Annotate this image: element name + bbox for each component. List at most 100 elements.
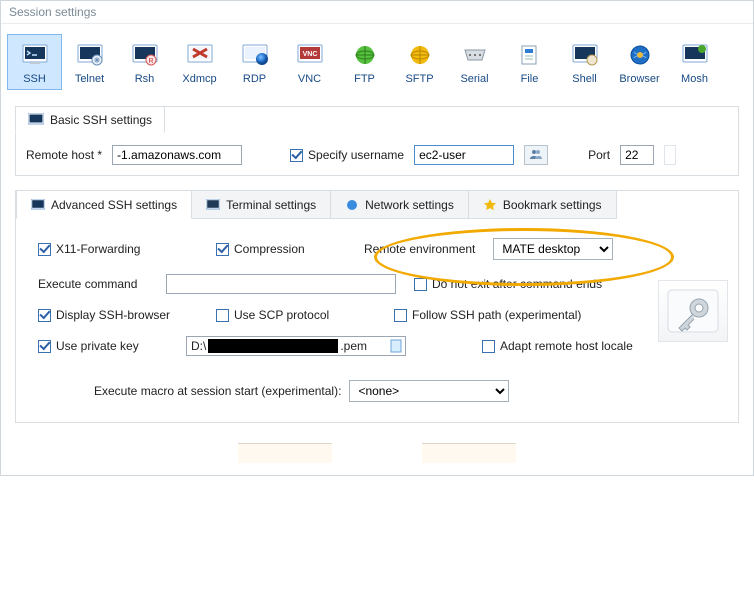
use-scp-checkbox[interactable]: Use SCP protocol: [216, 308, 376, 322]
x11-forwarding-checkbox[interactable]: X11-Forwarding: [38, 242, 198, 256]
label: RDP: [243, 73, 266, 85]
username-picker-button[interactable]: [524, 145, 548, 165]
protocol-browser[interactable]: Browser: [612, 34, 667, 90]
exec-cmd-input[interactable]: [166, 274, 396, 294]
no-exit-checkbox[interactable]: Do not exit after command ends: [414, 277, 602, 291]
label: X11-Forwarding: [56, 242, 140, 256]
protocol-vnc[interactable]: VNC VNC: [282, 34, 337, 90]
label: Follow SSH path (experimental): [412, 308, 581, 322]
label: Telnet: [75, 73, 104, 85]
username-input[interactable]: [414, 145, 514, 165]
protocol-sftp[interactable]: SFTP: [392, 34, 447, 90]
protocol-file[interactable]: File: [502, 34, 557, 90]
adapt-locale-checkbox[interactable]: Adapt remote host locale: [482, 339, 633, 353]
advanced-settings-section: Advanced SSH settings Terminal settings …: [15, 190, 739, 423]
browse-file-icon[interactable]: [371, 339, 405, 353]
follow-ssh-path-checkbox[interactable]: Follow SSH path (experimental): [394, 308, 581, 322]
protocol-xdmcp[interactable]: Xdmcp: [172, 34, 227, 90]
private-key-path-input[interactable]: D:\ .pem: [186, 336, 406, 356]
specify-username-checkbox[interactable]: Specify username: [290, 148, 404, 162]
tab-advanced-ssh[interactable]: Advanced SSH settings: [16, 190, 192, 219]
remote-host-input[interactable]: [112, 145, 242, 165]
compression-checkbox[interactable]: Compression: [216, 242, 346, 256]
checkbox-icon: [414, 278, 427, 291]
window-title: Session settings: [1, 1, 753, 24]
protocol-ssh[interactable]: SSH: [7, 34, 62, 90]
rsh-icon: R: [131, 41, 159, 69]
tab-label: Network settings: [365, 198, 454, 212]
port-spinner[interactable]: [664, 145, 676, 165]
port-label: Port: [588, 148, 610, 162]
use-private-key-checkbox[interactable]: Use private key: [38, 339, 168, 353]
basic-settings-tab[interactable]: Basic SSH settings: [15, 106, 165, 133]
tab-bookmark[interactable]: Bookmark settings: [469, 190, 617, 219]
star-icon: [483, 199, 497, 211]
exec-cmd-label: Execute command: [38, 277, 148, 291]
remote-host-label: Remote host *: [26, 148, 102, 162]
users-icon: [529, 148, 543, 163]
protocol-rsh[interactable]: R Rsh: [117, 34, 172, 90]
specify-username-label: Specify username: [308, 148, 404, 162]
checkbox-icon: [38, 340, 51, 353]
remote-env-select[interactable]: MATE desktop: [493, 238, 613, 260]
checkbox-icon: [216, 243, 229, 256]
mosh-icon: [681, 41, 709, 69]
remote-env-label: Remote environment: [364, 242, 475, 256]
shell-icon: [571, 41, 599, 69]
advanced-tabbar: Advanced SSH settings Terminal settings …: [16, 190, 738, 219]
label: Serial: [460, 73, 488, 85]
rdp-icon: [241, 41, 269, 69]
protocol-rdp[interactable]: RDP: [227, 34, 282, 90]
protocol-shell[interactable]: Shell: [557, 34, 612, 90]
label: Rsh: [135, 73, 155, 85]
tab-label: Bookmark settings: [503, 198, 602, 212]
ftp-icon: [351, 41, 379, 69]
protocol-mosh[interactable]: Mosh: [667, 34, 722, 90]
xdmcp-icon: [186, 41, 214, 69]
cancel-button[interactable]: [422, 443, 516, 463]
protocol-toolbar: SSH Telnet R Rsh Xdmcp RDP VNC VNC FTP S…: [1, 24, 753, 96]
vnc-icon: VNC: [296, 41, 324, 69]
tab-label: Terminal settings: [226, 198, 316, 212]
tab-label: Advanced SSH settings: [51, 198, 177, 212]
label: FTP: [354, 73, 375, 85]
redacted-path: [208, 339, 338, 353]
basic-settings-title: Basic SSH settings: [50, 113, 152, 127]
label: Adapt remote host locale: [500, 339, 633, 353]
tab-network[interactable]: Network settings: [331, 190, 469, 219]
telnet-icon: [76, 41, 104, 69]
label: SFTP: [405, 73, 433, 85]
label: Use private key: [56, 339, 139, 353]
svg-text:VNC: VNC: [302, 51, 317, 58]
checkbox-icon: [394, 309, 407, 322]
checkbox-icon: [482, 340, 495, 353]
browser-icon: [626, 41, 654, 69]
tab-terminal[interactable]: Terminal settings: [192, 190, 331, 219]
protocol-serial[interactable]: Serial: [447, 34, 502, 90]
macro-select[interactable]: <none>: [349, 380, 509, 402]
basic-ssh-settings-section: Basic SSH settings Remote host * Specify…: [15, 106, 739, 176]
label: Shell: [572, 73, 596, 85]
ssh-small-icon: [28, 113, 44, 127]
label: Display SSH-browser: [56, 308, 170, 322]
private-key-graphic: [658, 280, 728, 342]
label: VNC: [298, 73, 321, 85]
label: Mosh: [681, 73, 708, 85]
ok-button[interactable]: [238, 443, 332, 463]
protocol-telnet[interactable]: Telnet: [62, 34, 117, 90]
checkbox-icon: [38, 243, 51, 256]
macro-label: Execute macro at session start (experime…: [94, 384, 341, 398]
label: File: [521, 73, 539, 85]
display-ssh-browser-checkbox[interactable]: Display SSH-browser: [38, 308, 198, 322]
terminal-icon: [206, 199, 220, 211]
protocol-ftp[interactable]: FTP: [337, 34, 392, 90]
checkbox-icon: [216, 309, 229, 322]
label: Compression: [234, 242, 305, 256]
ssh-icon: [21, 41, 49, 69]
label: Browser: [619, 73, 659, 85]
file-icon: [516, 41, 544, 69]
dialog-buttons: [1, 437, 753, 475]
label: Do not exit after command ends: [432, 277, 602, 291]
port-input[interactable]: [620, 145, 654, 165]
session-settings-window: Session settings SSH Telnet R Rsh Xdmcp …: [0, 0, 754, 476]
